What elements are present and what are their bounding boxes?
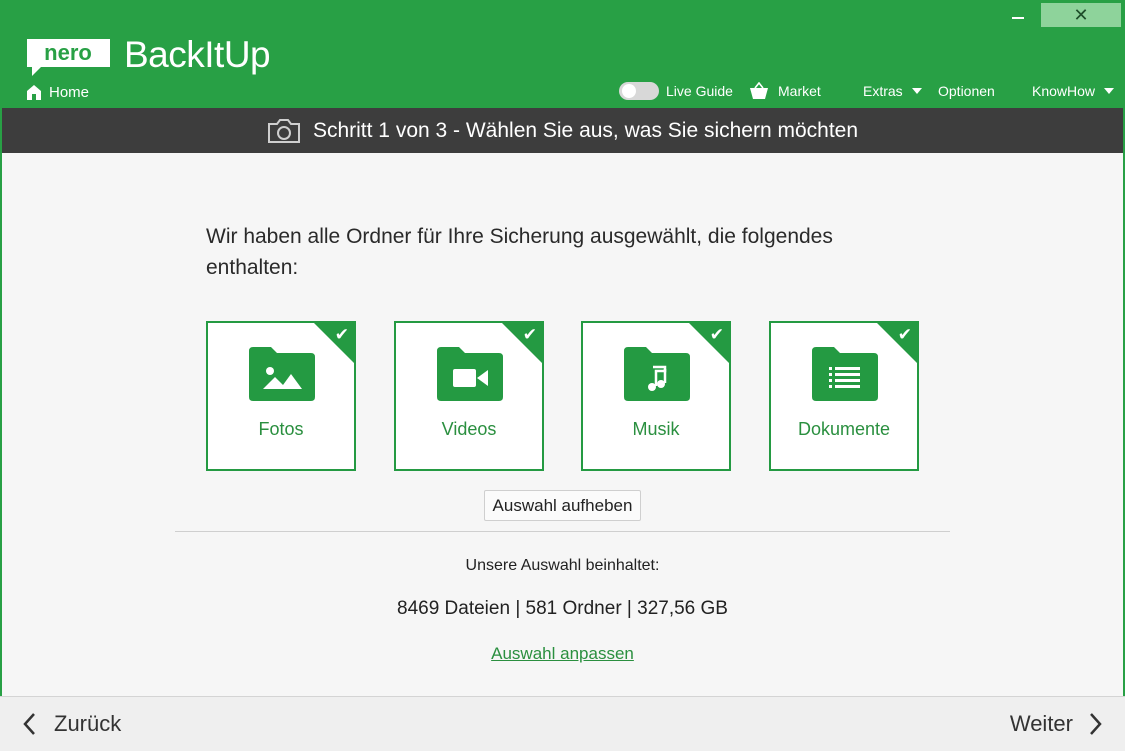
home-link[interactable]: Home — [27, 82, 89, 102]
next-button[interactable]: Weiter — [1010, 710, 1103, 738]
summary-stats: 8469 Dateien | 581 Ordner | 327,56 GB — [397, 598, 728, 619]
extras-menu[interactable]: Extras — [863, 80, 922, 102]
minimize-button[interactable] — [1000, 4, 1036, 26]
intro-text: Wir haben alle Ordner für Ihre Sicherung… — [206, 225, 833, 279]
summary-label: Unsere Auswahl beinhaltet: — [465, 557, 660, 574]
tile-label: Fotos — [258, 419, 304, 439]
live-guide-label: Live Guide — [666, 83, 733, 99]
chevron-left-icon — [23, 713, 35, 735]
toggle-switch[interactable] — [619, 82, 659, 100]
close-icon: ✕ — [1073, 4, 1089, 25]
chevron-right-icon — [1090, 713, 1102, 735]
checkmark-icon: ✔ — [709, 325, 724, 344]
live-guide-toggle[interactable]: Live Guide — [619, 80, 733, 102]
camera-icon — [267, 118, 300, 143]
tile-photos[interactable]: ✔ Fotos — [206, 321, 356, 471]
tile-music[interactable]: ✔ Musik — [581, 321, 731, 471]
tile-label: Videos — [441, 419, 497, 439]
tile-videos[interactable]: ✔ Videos — [394, 321, 544, 471]
logo-text: nero — [44, 40, 92, 65]
close-button[interactable]: ✕ — [1041, 3, 1121, 27]
knowhow-label: KnowHow — [1032, 83, 1096, 99]
home-label: Home — [49, 83, 90, 101]
video-folder-icon — [437, 347, 503, 401]
checkmark-icon: ✔ — [897, 325, 912, 344]
step-title: Schritt 1 von 3 - Wählen Sie aus, was Si… — [312, 118, 859, 142]
options-menu[interactable]: Optionen — [938, 80, 995, 102]
market-link[interactable]: Market — [749, 80, 821, 102]
divider — [175, 531, 950, 532]
app-header: ✕ nero BackItUp Home Live Guide Market E… — [0, 0, 1125, 108]
back-button[interactable]: Zurück — [22, 710, 121, 738]
back-label: Zurück — [54, 711, 122, 736]
photo-folder-icon — [249, 347, 315, 401]
home-icon — [27, 84, 41, 100]
tile-documents[interactable]: ✔ Dokumente — [769, 321, 919, 471]
next-label: Weiter — [1009, 711, 1073, 736]
adjust-selection-link[interactable]: Auswahl anpassen — [0, 644, 1125, 664]
options-label: Optionen — [938, 83, 995, 99]
checkmark-icon: ✔ — [522, 325, 537, 344]
chevron-down-icon — [911, 88, 922, 94]
extras-label: Extras — [863, 83, 903, 99]
step-bar: Schritt 1 von 3 - Wählen Sie aus, was Si… — [0, 108, 1125, 153]
deselect-button[interactable]: Auswahl aufheben — [484, 490, 641, 521]
tile-label: Musik — [632, 419, 680, 439]
app-title: BackItUp — [124, 34, 271, 75]
chevron-down-icon — [1104, 88, 1115, 94]
market-label: Market — [778, 83, 821, 99]
checkmark-icon: ✔ — [334, 325, 349, 344]
document-folder-icon — [812, 347, 878, 401]
footer-nav: Zurück Weiter — [0, 696, 1125, 751]
music-folder-icon — [624, 347, 690, 401]
basket-icon — [750, 82, 768, 99]
tile-label: Dokumente — [797, 419, 891, 439]
nero-logo: nero — [27, 39, 110, 76]
knowhow-menu[interactable]: KnowHow — [1032, 80, 1115, 102]
